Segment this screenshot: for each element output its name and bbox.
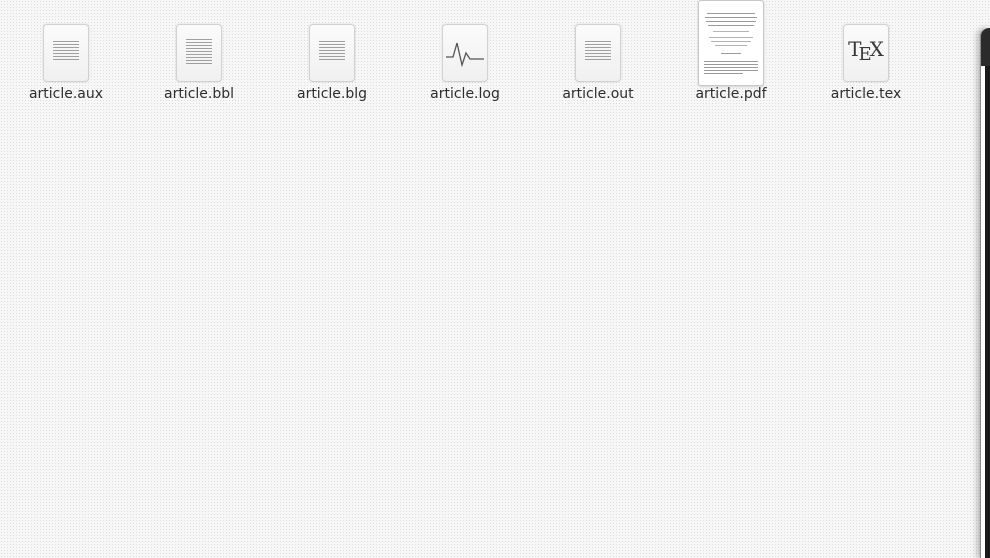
tex-file-icon: TEX [843,24,889,82]
window-titlebar[interactable] [981,28,990,66]
file-label: article.tex [830,86,902,102]
file-label: article.aux [28,86,104,102]
text-document-icon [309,24,355,82]
file-article-pdf[interactable]: article.pdf [676,0,786,108]
window-content-edge [981,66,990,558]
file-article-log[interactable]: article.log [410,0,520,108]
file-label: article.out [562,86,634,102]
text-document-icon [176,24,222,82]
file-article-aux[interactable]: article.aux [11,0,121,108]
file-label: article.blg [296,86,368,102]
file-label: article.bbl [163,86,235,102]
text-document-icon [575,24,621,82]
file-label: article.pdf [695,86,767,102]
log-file-icon [442,24,488,82]
pdf-thumbnail-icon [698,0,764,86]
desktop[interactable]: article.aux article.bbl article.blg arti… [0,0,990,558]
file-article-blg[interactable]: article.blg [277,0,387,108]
window-edge[interactable] [980,28,990,558]
file-article-tex[interactable]: TEX article.tex [811,0,921,108]
file-article-out[interactable]: article.out [543,0,653,108]
file-article-bbl[interactable]: article.bbl [144,0,254,108]
text-document-icon [43,24,89,82]
file-label: article.log [430,86,500,102]
